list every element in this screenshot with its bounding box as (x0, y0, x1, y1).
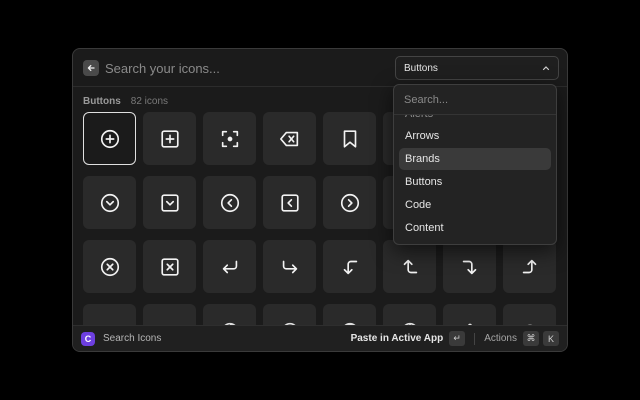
bookmark-icon (343, 129, 356, 148)
circle-x-icon (100, 257, 119, 276)
icon-tile[interactable] (83, 304, 136, 325)
category-option-content[interactable]: Content (399, 217, 551, 239)
square-chevron-left-icon (280, 193, 299, 212)
icon-tile[interactable] (143, 112, 196, 165)
circle-chevron-down-icon (100, 193, 119, 212)
corner-right-up-icon (522, 259, 536, 273)
corner-right-down-icon (462, 260, 476, 274)
icon-tile[interactable] (143, 304, 196, 325)
app-title: Search Icons (103, 333, 162, 344)
corner-down-right-icon (282, 260, 297, 273)
icon-tile[interactable] (263, 240, 316, 293)
icon-search-input[interactable] (105, 58, 375, 78)
icon-tile[interactable] (203, 240, 256, 293)
circle-chevron-right-icon (340, 193, 359, 212)
command-key-hint: ⌘ (523, 331, 539, 346)
icon-tile[interactable] (263, 304, 316, 325)
paste-action-button[interactable]: Paste in Active App (351, 333, 444, 344)
icon-tile[interactable] (203, 176, 256, 229)
backspace-icon (279, 131, 298, 146)
icon-tile[interactable] (383, 304, 436, 325)
category-search-input[interactable] (394, 85, 556, 115)
icon-tile[interactable] (83, 112, 136, 165)
category-dropdown: AlertsArrowsBrandsButtonsCodeContentData (393, 84, 557, 245)
k-key-hint: K (543, 331, 559, 346)
icon-tile[interactable] (383, 240, 436, 293)
back-button[interactable] (83, 60, 99, 76)
focus-frame-icon (221, 130, 238, 147)
circle-chevron-left-icon (220, 193, 239, 212)
corner-left-down-icon (343, 260, 357, 274)
footer-actions: Paste in Active App ↵ Actions ⌘ K (351, 331, 559, 346)
category-filter-select[interactable]: Buttons (395, 56, 559, 80)
arrow-left-icon (87, 64, 95, 72)
enter-key-hint: ↵ (449, 331, 466, 346)
icon-tile[interactable] (323, 112, 376, 165)
category-list: AlertsArrowsBrandsButtonsCodeContentData (394, 115, 556, 244)
section-header: Buttons 82 icons (83, 96, 168, 107)
square-plus-icon (160, 129, 179, 148)
action-bar: C Search Icons Paste in Active App ↵ Act… (73, 325, 567, 351)
icon-tile[interactable] (263, 112, 316, 165)
icon-tile[interactable] (503, 304, 556, 325)
icon-tile[interactable] (143, 176, 196, 229)
icon-tile[interactable] (263, 176, 316, 229)
category-option-data[interactable]: Data (399, 239, 551, 244)
actions-button[interactable]: Actions (484, 333, 517, 344)
square-chevron-down-icon (160, 193, 179, 212)
square-x-icon (160, 257, 179, 276)
section-title: Buttons (83, 96, 121, 107)
icon-tile[interactable] (443, 304, 496, 325)
search-bar: Buttons (73, 49, 567, 87)
icon-tile[interactable] (83, 240, 136, 293)
icon-tile[interactable] (323, 304, 376, 325)
category-filter-value: Buttons (404, 62, 438, 74)
footer-divider (474, 332, 476, 345)
circle-plus-icon (100, 129, 119, 148)
icon-tile[interactable] (203, 112, 256, 165)
section-count: 82 icons (130, 96, 169, 107)
icon-tile[interactable] (323, 240, 376, 293)
category-option-arrows[interactable]: Arrows (399, 125, 551, 147)
icon-tile[interactable] (203, 304, 256, 325)
category-option-alerts[interactable]: Alerts (399, 115, 551, 125)
category-option-buttons[interactable]: Buttons (399, 171, 551, 193)
icon-tile[interactable] (503, 240, 556, 293)
category-option-code[interactable]: Code (399, 194, 551, 216)
corner-down-left-icon (222, 260, 237, 273)
icon-tile[interactable] (443, 240, 496, 293)
icon-tile[interactable] (143, 240, 196, 293)
icon-tile[interactable] (323, 176, 376, 229)
corner-left-up-icon (403, 259, 417, 273)
icon-tile[interactable] (83, 176, 136, 229)
app-logo-icon: C (81, 331, 95, 346)
category-option-brands[interactable]: Brands (399, 148, 551, 170)
chevron-up-icon (542, 65, 550, 71)
